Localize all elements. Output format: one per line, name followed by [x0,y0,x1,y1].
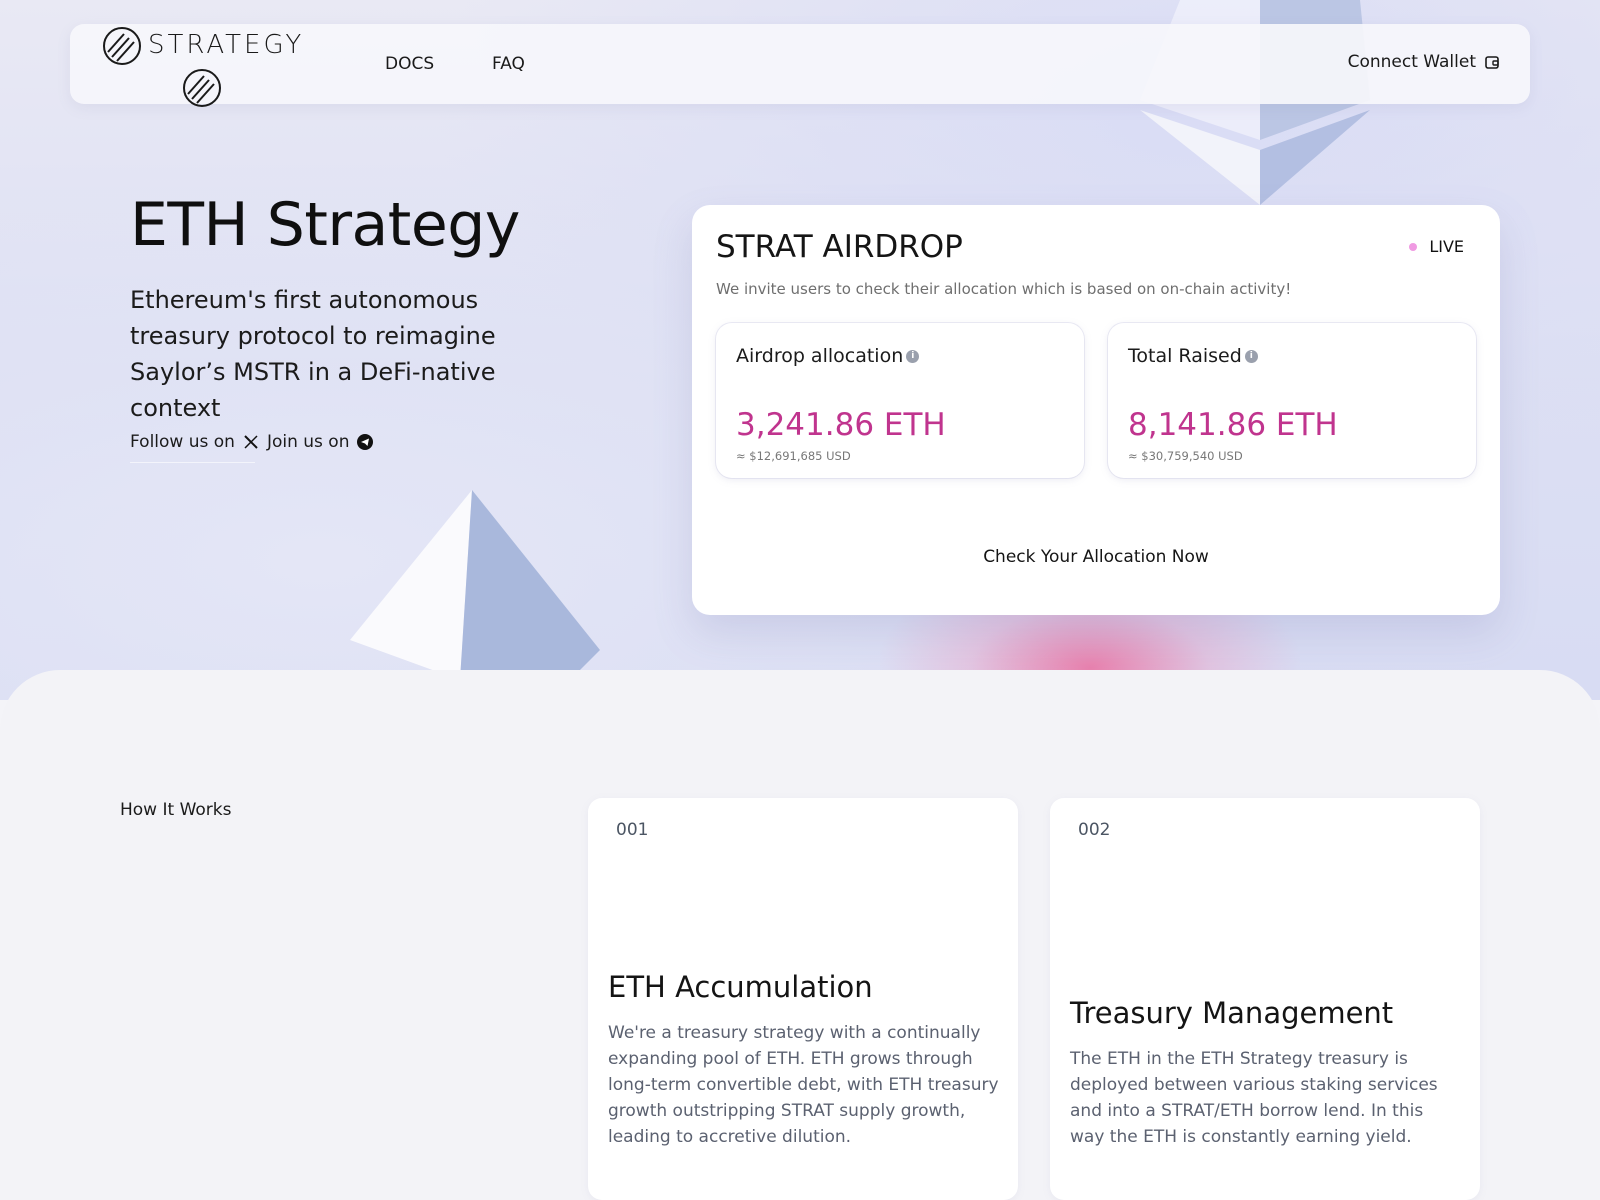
brand-name: STRATEGY [148,30,305,60]
info-icon[interactable]: i [906,349,920,363]
stat-usd: ≈ $30,759,540 USD [1128,449,1243,463]
step-body: We're a treasury strategy with a continu… [608,1023,999,1147]
step-title: ETH Accumulation [608,970,873,1004]
wallet-icon [1485,56,1499,69]
strategy-logo-icon-secondary [183,69,221,107]
divider [130,462,255,463]
telegram-icon[interactable] [357,434,374,450]
info-icon[interactable]: i [1244,349,1258,363]
how-it-works-section: How It Works 001 ETH Accumulation We're … [0,670,1600,1200]
stat-total-raised: Total Raised i 8,141.86 ETH ≈ $30,759,54… [1108,323,1476,478]
step-card: 001 ETH Accumulation We're a treasury st… [588,798,1018,1200]
join-label: Join us on [266,432,350,452]
stat-label: Airdrop allocation i [736,345,920,367]
connect-wallet-label: Connect Wallet [1347,52,1476,72]
airdrop-title: STRAT AIRDROP [716,229,963,265]
airdrop-description: We invite users to check their allocatio… [716,280,1292,298]
airdrop-card: STRAT AIRDROP LIVE We invite users to ch… [692,205,1500,615]
brand-logo[interactable]: STRATEGY [100,24,310,107]
x-icon[interactable] [243,434,259,450]
stat-label-text: Airdrop allocation [736,345,904,367]
strategy-logo-icon [103,27,141,65]
follow-label: Follow us on [130,432,235,452]
hero-subtitle: Ethereum's first autonomous treasury pro… [130,286,496,422]
stat-label-text: Total Raised [1128,345,1242,367]
step-card: 002 Treasury Management The ETH in the E… [1050,798,1480,1200]
step-number: 002 [1078,820,1111,840]
stat-value: 8,141.86 ETH [1128,407,1338,443]
stat-usd: ≈ $12,691,685 USD [736,449,851,463]
live-status: LIVE [1409,237,1464,256]
nav-link-faq[interactable]: FAQ [492,54,525,74]
live-label: LIVE [1429,237,1464,256]
live-dot-icon [1409,242,1418,251]
stat-value: 3,241.86 ETH [736,407,946,443]
step-number: 001 [616,820,649,840]
nav-link-docs[interactable]: DOCS [385,54,434,74]
eth-crystal-bottom [350,490,600,680]
how-it-works-heading: How It Works [120,800,232,820]
top-nav: STRATEGY DOCS FAQ Connect Wallet [70,24,1530,107]
stat-airdrop-allocation: Airdrop allocation i 3,241.86 ETH ≈ $12,… [716,323,1084,478]
step-title: Treasury Management [1070,996,1394,1030]
stat-label: Total Raised i [1128,345,1258,367]
social-links: Follow us on Join us on [130,432,374,452]
check-allocation-button[interactable]: Check Your Allocation Now [692,547,1500,567]
connect-wallet-button[interactable]: Connect Wallet [1348,52,1500,72]
step-body: The ETH in the ETH Strategy treasury is … [1070,1049,1438,1147]
hero-title: ETH Strategy [130,190,520,260]
